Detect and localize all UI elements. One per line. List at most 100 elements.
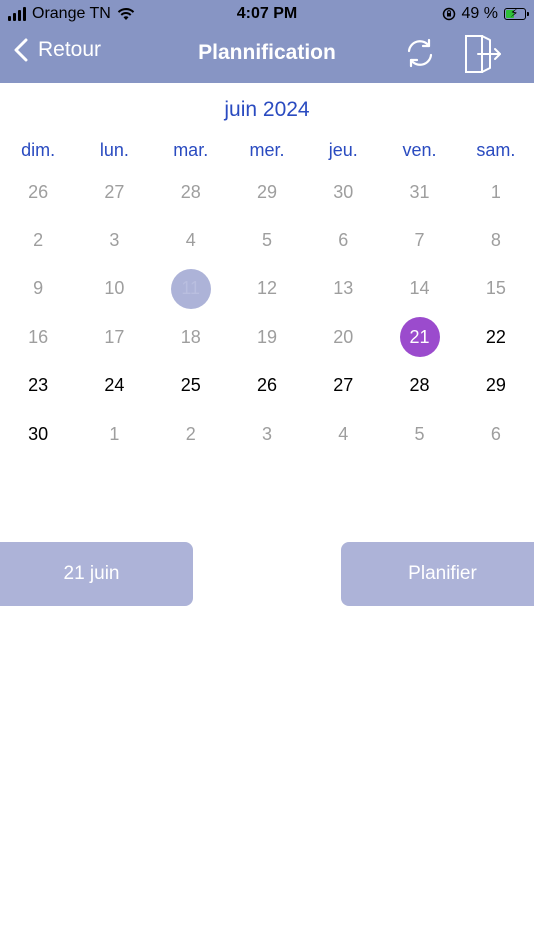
day-number: 18 — [180, 326, 201, 347]
calendar-day[interactable]: 15 — [458, 265, 534, 313]
day-number: 21 — [409, 326, 430, 347]
calendar-day[interactable]: 25 — [153, 362, 229, 410]
calendar-day[interactable]: 26 — [229, 362, 305, 410]
day-number: 28 — [409, 375, 430, 396]
calendar-day[interactable]: 17 — [76, 313, 152, 361]
calendar-day[interactable]: 13 — [305, 265, 381, 313]
refresh-icon[interactable] — [404, 37, 436, 69]
day-number: 27 — [104, 181, 125, 202]
status-right: 49 % ⚡ — [442, 5, 529, 23]
day-number: 26 — [28, 181, 49, 202]
calendar-day[interactable]: 1 — [76, 410, 152, 458]
calendar-day[interactable]: 3 — [229, 410, 305, 458]
day-number: 2 — [185, 423, 196, 444]
calendar-day[interactable]: 30 — [0, 410, 76, 458]
calendar-day[interactable]: 31 — [381, 168, 457, 216]
calendar-day[interactable]: 29 — [229, 168, 305, 216]
calendar-day[interactable]: 6 — [458, 410, 534, 458]
weekday-label: ven. — [402, 140, 437, 160]
day-number: 12 — [256, 278, 277, 299]
calendar-day[interactable]: 7 — [381, 216, 457, 264]
day-number: 29 — [485, 375, 506, 396]
calendar-day-selected[interactable]: 21 — [381, 313, 457, 361]
day-number: 27 — [333, 375, 354, 396]
day-number: 26 — [256, 375, 277, 396]
selected-date-button[interactable]: 21 juin — [0, 542, 193, 606]
day-number: 6 — [338, 230, 349, 251]
carrier-label: Orange TN — [32, 5, 111, 22]
calendar-day[interactable]: 19 — [229, 313, 305, 361]
signal-icon — [8, 7, 26, 21]
header-bar: Orange TN 4:07 PM 49 % ⚡ Retour Plannifi… — [0, 0, 534, 83]
day-number: 14 — [409, 278, 430, 299]
weekday-label: dim. — [21, 140, 56, 160]
day-number: 13 — [333, 278, 354, 299]
calendar-day[interactable]: 2 — [153, 410, 229, 458]
day-number: 22 — [485, 326, 506, 347]
status-left: Orange TN — [8, 5, 135, 23]
calendar-day[interactable]: 12 — [229, 265, 305, 313]
weekday-label: mer. — [249, 140, 285, 160]
logout-door-icon[interactable] — [462, 33, 502, 75]
day-number: 17 — [104, 326, 125, 347]
calendar-day[interactable]: 22 — [458, 313, 534, 361]
back-label: Retour — [38, 38, 102, 61]
calendar-day[interactable]: 4 — [305, 410, 381, 458]
calendar-day[interactable]: 6 — [305, 216, 381, 264]
day-number: 31 — [409, 181, 430, 202]
calendar-day[interactable]: 9 — [0, 265, 76, 313]
calendar-day[interactable]: 1 — [458, 168, 534, 216]
day-number: 24 — [104, 375, 125, 396]
day-number: 3 — [261, 423, 272, 444]
day-number: 11 — [181, 278, 201, 299]
calendar-day[interactable]: 24 — [76, 362, 152, 410]
calendar-day[interactable]: 30 — [305, 168, 381, 216]
day-number: 30 — [28, 423, 49, 444]
day-number: 19 — [256, 326, 277, 347]
calendar-day[interactable]: 20 — [305, 313, 381, 361]
calendar-day[interactable]: 4 — [153, 216, 229, 264]
day-number: 29 — [256, 181, 277, 202]
calendar-day[interactable]: 28 — [153, 168, 229, 216]
orientation-lock-icon — [442, 7, 455, 21]
calendar-day[interactable]: 2 — [0, 216, 76, 264]
day-number: 5 — [414, 423, 425, 444]
day-number: 3 — [109, 230, 120, 251]
chevron-left-icon — [14, 38, 28, 62]
day-number: 6 — [490, 423, 501, 444]
calendar-day[interactable]: 29 — [458, 362, 534, 410]
day-number: 7 — [414, 230, 425, 251]
calendar-day[interactable]: 5 — [229, 216, 305, 264]
weekday-header: dim. lun. mar. mer. jeu. ven. sam. — [0, 140, 534, 162]
calendar-day[interactable]: 28 — [381, 362, 457, 410]
calendar-day[interactable]: 16 — [0, 313, 76, 361]
calendar-day[interactable]: 3 — [76, 216, 152, 264]
day-number: 10 — [104, 278, 125, 299]
day-number: 20 — [333, 326, 354, 347]
calendar-day[interactable]: 27 — [305, 362, 381, 410]
calendar-day[interactable]: 10 — [76, 265, 152, 313]
status-bar: Orange TN 4:07 PM 49 % ⚡ — [0, 0, 534, 28]
month-label: juin 2024 — [224, 98, 310, 121]
plan-button[interactable]: Planifier — [341, 542, 534, 606]
day-number: 8 — [490, 230, 501, 251]
calendar-day[interactable]: 18 — [153, 313, 229, 361]
weekday-label: sam. — [476, 140, 516, 160]
day-number: 4 — [338, 423, 349, 444]
day-number: 9 — [33, 278, 44, 299]
day-number: 28 — [180, 181, 201, 202]
calendar-grid: 26 27 28 29 30 31 1 2 3 4 5 6 7 8 9 10 11 12 13 14 15 16 17 18 1… — [0, 168, 534, 458]
calendar-day[interactable]: 27 — [76, 168, 152, 216]
calendar-day[interactable]: 23 — [0, 362, 76, 410]
calendar-day[interactable]: 5 — [381, 410, 457, 458]
battery-percent: 49 % — [461, 5, 498, 22]
weekday-label: mar. — [173, 140, 209, 160]
day-number: 30 — [333, 181, 354, 202]
calendar-day[interactable]: 14 — [381, 265, 457, 313]
back-button[interactable]: Retour — [14, 38, 101, 62]
calendar-day[interactable]: 26 — [0, 168, 76, 216]
wifi-icon — [117, 8, 135, 20]
calendar-day-today[interactable]: 11 — [153, 265, 229, 313]
calendar-day[interactable]: 8 — [458, 216, 534, 264]
battery-icon: ⚡ — [504, 6, 529, 20]
